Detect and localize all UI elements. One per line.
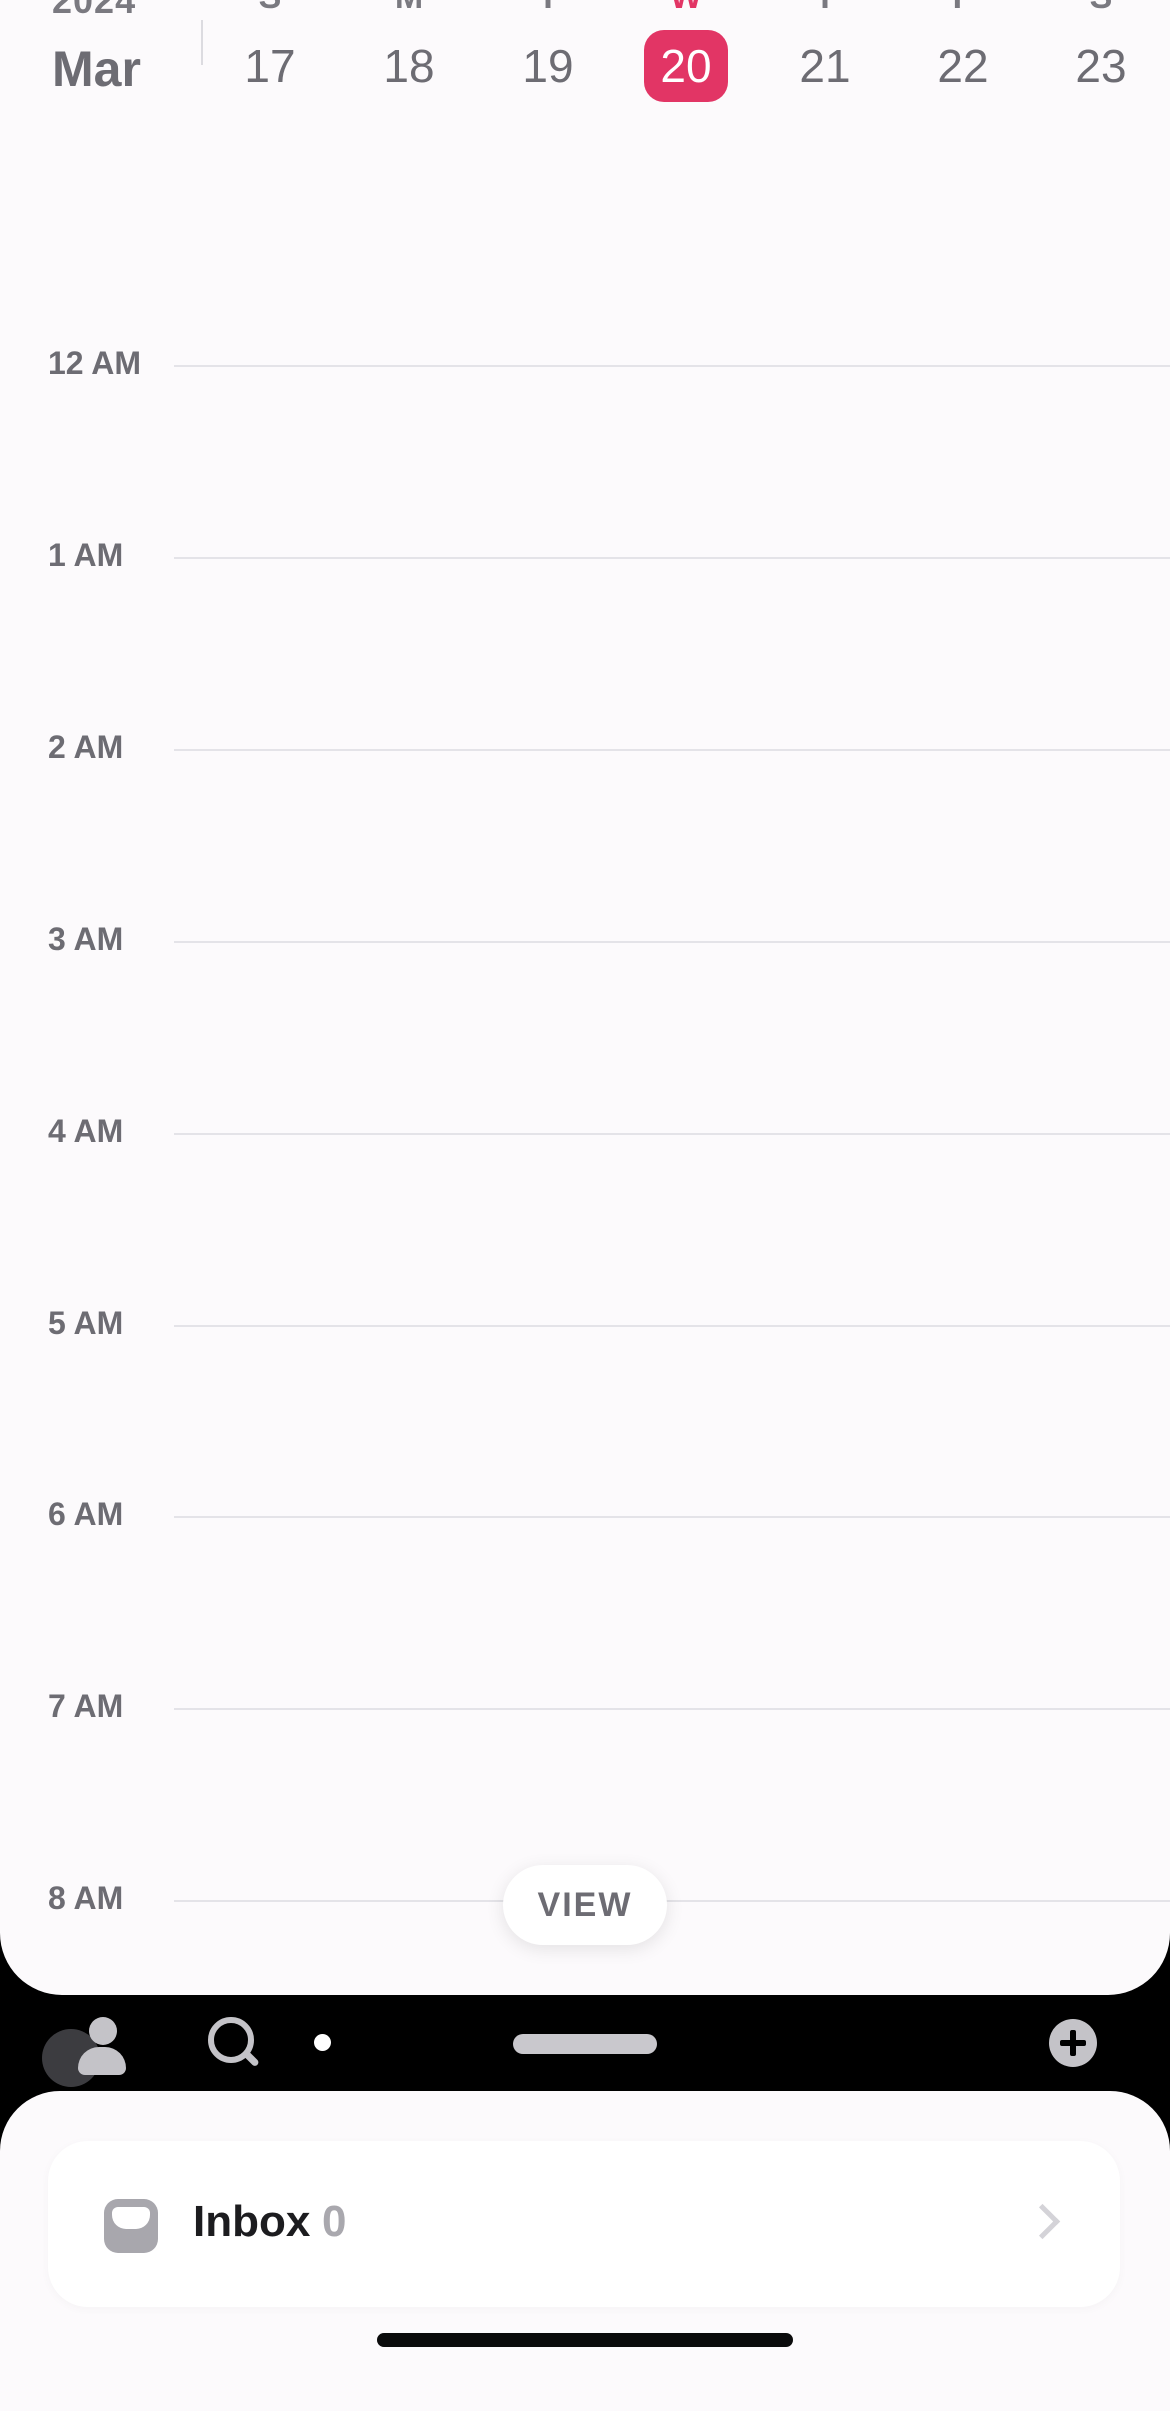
bottom-sheet: Inbox 0 <box>0 2091 1170 2411</box>
hour-row[interactable]: 4 AM <box>0 1113 1170 1149</box>
hour-label: 7 AM <box>48 1688 124 1724</box>
hour-row[interactable]: 3 AM <box>0 921 1170 957</box>
hour-gridline <box>174 365 1170 367</box>
inbox-tray-icon <box>104 2199 158 2253</box>
hour-gridline <box>174 1325 1170 1327</box>
today-badge: 20 <box>644 30 728 102</box>
hour-gridline <box>174 941 1170 943</box>
hour-row[interactable]: 6 AM <box>0 1496 1170 1532</box>
inbox-row[interactable]: Inbox 0 <box>48 2141 1120 2307</box>
day-letter: W <box>641 0 731 17</box>
hour-row[interactable]: 5 AM <box>0 1305 1170 1341</box>
hour-row[interactable]: 2 AM <box>0 729 1170 765</box>
day-letter: M <box>364 0 454 17</box>
search-button[interactable] <box>200 1995 264 2090</box>
hour-gridline <box>174 1133 1170 1135</box>
home-indicator[interactable] <box>377 2333 793 2347</box>
day-letter: F <box>918 0 1008 17</box>
add-icon[interactable] <box>1049 2019 1097 2067</box>
inbox-label: Inbox <box>193 2197 311 2246</box>
chevron-right-icon <box>1024 2203 1061 2240</box>
day-number: 23 <box>1075 40 1127 92</box>
inbox-count: 0 <box>322 2197 347 2246</box>
view-button[interactable]: VIEW <box>503 1865 667 1945</box>
day-letter: T <box>503 0 593 17</box>
header-divider <box>201 20 203 65</box>
hour-gridline <box>174 557 1170 559</box>
hour-row[interactable]: 7 AM <box>0 1688 1170 1724</box>
hour-label: 12 AM <box>48 345 142 381</box>
day-letter: T <box>780 0 870 17</box>
year-label: 2024 <box>52 0 137 21</box>
day-number: 21 <box>799 40 851 92</box>
hour-label: 1 AM <box>48 537 124 573</box>
hour-row[interactable]: 12 AM <box>0 345 1170 381</box>
month-label: Mar <box>52 41 141 97</box>
page-dot-indicator <box>314 2034 331 2051</box>
day-number: 18 <box>383 40 435 92</box>
person-icon-body <box>78 2047 126 2075</box>
search-icon-handle <box>242 2049 260 2068</box>
account-button[interactable] <box>40 1995 130 2090</box>
hour-label: 5 AM <box>48 1305 124 1341</box>
hour-label: 2 AM <box>48 729 124 765</box>
calendar-week-view: 2024 Mar S 17 M 18 T 19 W 20 T 21 F 22 S… <box>0 0 1170 1995</box>
hour-label: 6 AM <box>48 1496 124 1532</box>
hour-gridline <box>174 1708 1170 1710</box>
hour-label: 3 AM <box>48 921 124 957</box>
person-icon <box>89 2017 117 2045</box>
hour-label: 8 AM <box>48 1880 124 1916</box>
day-number: 19 <box>522 40 574 92</box>
hour-gridline <box>174 749 1170 751</box>
day-number: 22 <box>937 40 989 92</box>
day-number: 17 <box>244 40 296 92</box>
hour-row[interactable]: 1 AM <box>0 537 1170 573</box>
day-letter: S <box>225 0 315 17</box>
bottom-toolbar <box>0 1995 1170 2090</box>
sheet-grabber-handle[interactable] <box>513 2034 657 2054</box>
hour-label: 4 AM <box>48 1113 124 1149</box>
hour-gridline <box>174 1900 1170 1902</box>
day-letter: S <box>1056 0 1146 17</box>
hour-gridline <box>174 1516 1170 1518</box>
